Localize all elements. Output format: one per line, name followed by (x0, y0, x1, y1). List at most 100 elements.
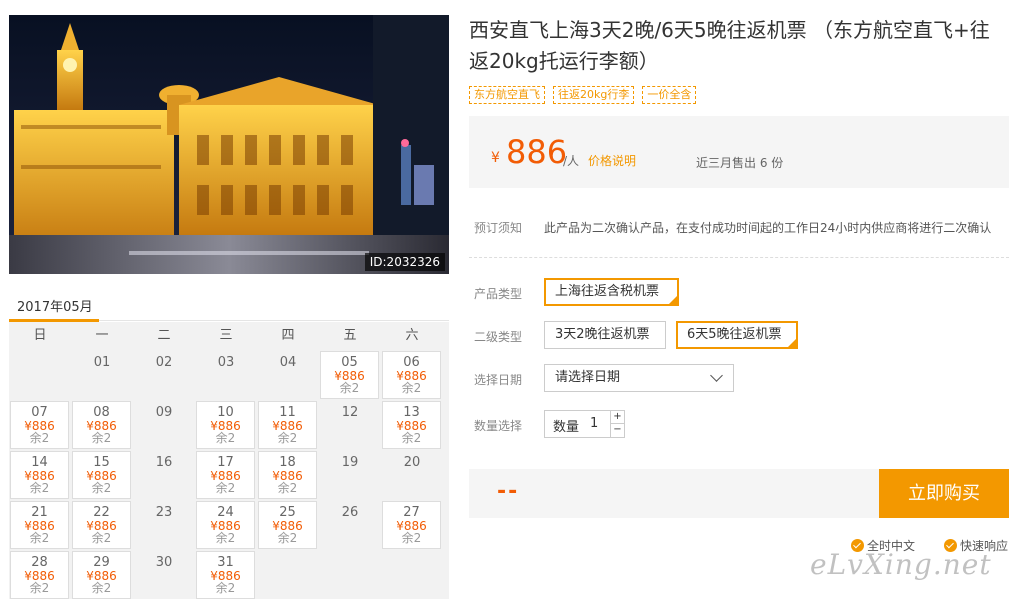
section-divider (469, 257, 1009, 258)
calendar-day-available[interactable]: 17 ¥886 余2 (196, 451, 255, 499)
calendar-day-available[interactable]: 29 ¥886 余2 (72, 551, 131, 599)
calendar-day-number: 04 (279, 355, 297, 370)
calendar-day (9, 350, 71, 400)
calendar-day: 23 (133, 500, 195, 550)
calendar-day-available[interactable]: 25 ¥886 余2 (258, 501, 317, 549)
calendar-day-remaining: 余2 (277, 481, 298, 495)
calendar-day-number: 30 (155, 555, 173, 570)
calendar-day-remaining: 余2 (91, 531, 112, 545)
calendar-day-available[interactable]: 08 ¥886 余2 (72, 401, 131, 449)
quantity-label: 数量选择 (474, 419, 523, 433)
product-tag: 一价全含 (642, 86, 697, 104)
price-box: ¥ 886 /人 价格说明 近三月售出 6 份 (469, 116, 1009, 188)
calendar-day-number: 14 (31, 455, 48, 470)
calendar-weekday-header: 日一二三四五六 (9, 322, 449, 350)
calendar-day-number: 25 (279, 505, 296, 520)
calendar-day-available[interactable]: 22 ¥886 余2 (72, 501, 131, 549)
calendar-day-number: 28 (31, 555, 48, 570)
product-title: 西安直飞上海3天2晚/6天5晚往返机票 （东方航空直飞+往返20kg托运行李额） (469, 18, 990, 73)
calendar-day-available[interactable]: 07 ¥886 余2 (10, 401, 69, 449)
calendar-day-available[interactable]: 18 ¥886 余2 (258, 451, 317, 499)
calendar-day-number: 24 (217, 505, 234, 520)
calendar-day: 26 (319, 500, 381, 550)
shanghai-bund-night-image (9, 15, 449, 274)
calendar-day-available[interactable]: 05 ¥886 余2 (320, 351, 379, 399)
calendar-day-number: 31 (217, 555, 234, 570)
product-tags: 东方航空直飞 往返20kg行李 一价全含 (469, 86, 697, 104)
price-currency: ¥ (491, 150, 500, 166)
calendar-day-remaining: 余2 (401, 381, 422, 395)
calendar-day-remaining: 余2 (215, 431, 236, 445)
calendar-day-remaining: 余2 (91, 431, 112, 445)
calendar-day-remaining: 余2 (29, 431, 50, 445)
calendar-day-available[interactable]: 21 ¥886 余2 (10, 501, 69, 549)
calendar-day-available[interactable]: 27 ¥886 余2 (382, 501, 441, 549)
quantity-plus-button[interactable]: + (610, 411, 624, 424)
calendar-day: 12 (319, 400, 381, 450)
product-type-option[interactable]: 上海往返含税机票 (544, 278, 679, 306)
calendar-day-remaining: 余2 (29, 581, 50, 595)
calendar-day-available[interactable]: 14 ¥886 余2 (10, 451, 69, 499)
subtype-option-3d2n[interactable]: 3天2晚往返机票 (544, 321, 666, 349)
total-price: -- (497, 479, 520, 504)
calendar-day-number: 23 (155, 505, 173, 520)
quantity-minus-button[interactable]: − (610, 424, 624, 437)
calendar-day-available[interactable]: 24 ¥886 余2 (196, 501, 255, 549)
price-unit: /人 (563, 154, 580, 168)
calendar-day-number: 10 (217, 405, 234, 420)
calendar-day-available[interactable]: 31 ¥886 余2 (196, 551, 255, 599)
product-photo: ID:2032326 (9, 15, 449, 274)
calendar-day-number: 19 (341, 455, 359, 470)
chevron-down-icon (710, 369, 723, 382)
calendar-day-remaining: 余2 (215, 581, 236, 595)
calendar-day-number: 06 (403, 355, 420, 370)
date-label: 选择日期 (474, 373, 523, 387)
calendar-weekday: 二 (157, 328, 171, 343)
calendar-day-number: 18 (279, 455, 296, 470)
calendar-day-number: 17 (217, 455, 234, 470)
quantity-value[interactable]: 1 (590, 416, 598, 431)
product-type-label: 产品类型 (474, 287, 523, 301)
calendar-day-available[interactable]: 13 ¥886 余2 (382, 401, 441, 449)
calendar-grid: 01 02 03 04 05 ¥886 余2 06 ¥886 余2 07 ¥886 余2 08 ¥886 余2… (9, 350, 449, 599)
calendar-day-remaining: 余2 (29, 481, 50, 495)
sold-count: 近三月售出 6 份 (696, 156, 784, 170)
quantity-inner-label: 数量 (553, 420, 580, 435)
calendar-day-number: 03 (217, 355, 235, 370)
calendar-day-remaining: 余2 (277, 431, 298, 445)
calendar-day-available[interactable]: 11 ¥886 余2 (258, 401, 317, 449)
calendar-weekday: 日 (33, 328, 47, 343)
calendar-day-remaining: 余2 (401, 431, 422, 445)
calendar-weekday: 一 (95, 328, 109, 343)
calendar-day-number: 21 (31, 505, 48, 520)
calendar-day: 19 (319, 450, 381, 500)
calendar-day-number: 07 (31, 405, 48, 420)
date-select-placeholder: 请选择日期 (555, 370, 621, 385)
calendar-day: 16 (133, 450, 195, 500)
buy-now-button[interactable]: 立即购买 (879, 469, 1009, 518)
date-select[interactable]: 请选择日期 (544, 364, 734, 392)
calendar-day-number: 02 (155, 355, 173, 370)
product-tag: 往返20kg行李 (553, 86, 635, 104)
calendar-day-number: 08 (93, 405, 110, 420)
calendar-day-available[interactable]: 28 ¥886 余2 (10, 551, 69, 599)
calendar-day-remaining: 余2 (339, 381, 360, 395)
calendar: 日 一 二 三 四 五 六 01 02 03 04 05 ¥886 余2 06 ¥886 余2 07 ¥886 余2… (9, 322, 449, 599)
calendar-day-available[interactable]: 10 ¥886 余2 (196, 401, 255, 449)
calendar-day-number: 05 (341, 355, 358, 370)
calendar-day: 01 (71, 350, 133, 400)
quantity-stepper: 数量 1 + − (544, 410, 625, 438)
calendar-day: 02 (133, 350, 195, 400)
calendar-day-remaining: 余2 (91, 581, 112, 595)
notice-label: 预订须知 (474, 221, 523, 235)
calendar-day-number: 26 (341, 505, 359, 520)
calendar-day: 09 (133, 400, 195, 450)
price-explain-link[interactable]: 价格说明 (588, 152, 636, 169)
calendar-day-available[interactable]: 06 ¥886 余2 (382, 351, 441, 399)
subtype-option-6d5n[interactable]: 6天5晚往返机票 (676, 321, 798, 349)
subtype-label: 二级类型 (474, 330, 523, 344)
calendar-weekday: 五 (343, 328, 357, 343)
calendar-weekday: 四 (281, 328, 295, 343)
calendar-day-number: 11 (279, 405, 296, 420)
calendar-day-available[interactable]: 15 ¥886 余2 (72, 451, 131, 499)
